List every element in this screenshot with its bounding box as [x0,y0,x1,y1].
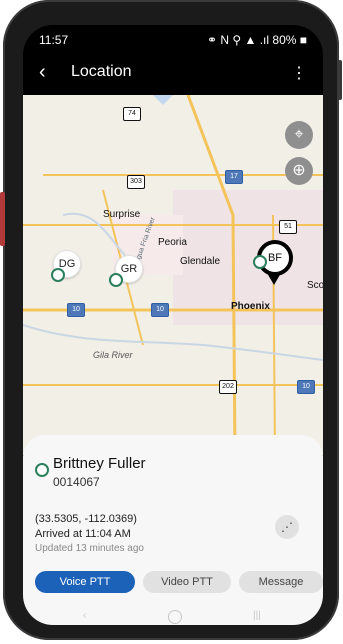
locate-me-button[interactable]: ⌖ [285,121,313,149]
route-shield-51: 51 [279,220,297,234]
video-ptt-button[interactable]: Video PTT [143,571,231,593]
back-icon[interactable]: ‹ [39,61,46,84]
marker-initials: GR [120,263,138,275]
message-button[interactable]: Message [239,571,323,593]
contact-name: Brittney Fuller [53,455,146,472]
gila-river-line [23,324,323,361]
center-icon: ⊕ [292,162,306,179]
user-icon [253,255,267,269]
route-shield-303: 303 [127,175,145,189]
route-shield-10-east: 10 [297,380,315,394]
voice-ptt-button[interactable]: Voice PTT [35,571,135,593]
share-button[interactable]: ⋰ [275,515,299,539]
map-label-scot: Scot [307,280,323,291]
route-shield-17: 17 [225,170,243,184]
system-navbar: ‹ ||| [23,610,323,625]
map-label-surprise: Surprise [103,209,141,220]
user-icon [109,273,123,287]
marker-initials: BF [267,252,283,264]
video-ptt-label: Video PTT [161,576,213,588]
arrival-time: Arrived at 11:04 AM [35,528,131,540]
map-view[interactable]: ⌖ ⊕ Surprise Peoria Glendale Phoenix Sco… [23,95,323,455]
status-bar: 11:57 ⚭ N ⚲ ▲ .ıl 80% ■ [23,25,323,55]
message-label: Message [258,576,304,588]
route-shield-10-west: 10 [67,303,85,317]
center-map-button[interactable]: ⊕ [285,157,313,185]
map-label-glendale: Glendale [180,256,221,267]
map-marker-tail [267,273,281,285]
nav-recent-icon[interactable]: ||| [253,610,261,621]
nav-back-icon[interactable]: ‹ [83,610,86,621]
user-icon [51,268,65,282]
voice-ptt-label: Voice PTT [59,576,111,588]
screen: 11:57 ⚭ N ⚲ ▲ .ıl 80% ■ ‹ Location ⋮ ⌖ ⊕… [23,25,323,625]
status-icons: ⚭ N ⚲ ▲ .ıl 80% ■ [207,33,307,47]
status-time: 11:57 [39,33,69,47]
map-label-peoria: Peoria [158,237,187,248]
nav-home-icon[interactable] [168,610,182,624]
power-button [338,60,342,100]
contact-id: 0014067 [53,475,100,489]
app-bar: ‹ Location ⋮ [23,55,323,95]
phone-frame: 11:57 ⚭ N ⚲ ▲ .ıl 80% ■ ‹ Location ⋮ ⌖ ⊕… [0,0,342,640]
route-shield-74: 74 [123,107,141,121]
user-icon [35,463,49,477]
updated-time: Updated 13 minutes ago [35,543,144,554]
map-label-gila-river: Gila River [93,350,133,360]
bottom-sheet: Brittney Fuller 0014067 (33.5305, -112.0… [23,435,323,625]
map-label-phoenix: Phoenix [231,301,270,312]
page-title: Location [71,63,132,80]
locate-icon: ⌖ [294,126,304,143]
route-shield-10-mid: 10 [151,303,169,317]
route-shield-202: 202 [219,380,237,394]
lake [153,95,173,105]
more-options-icon[interactable]: ⋮ [291,63,307,83]
share-icon: ⋰ [281,520,293,534]
side-button [0,192,5,246]
coordinates: (33.5305, -112.0369) [35,513,137,525]
